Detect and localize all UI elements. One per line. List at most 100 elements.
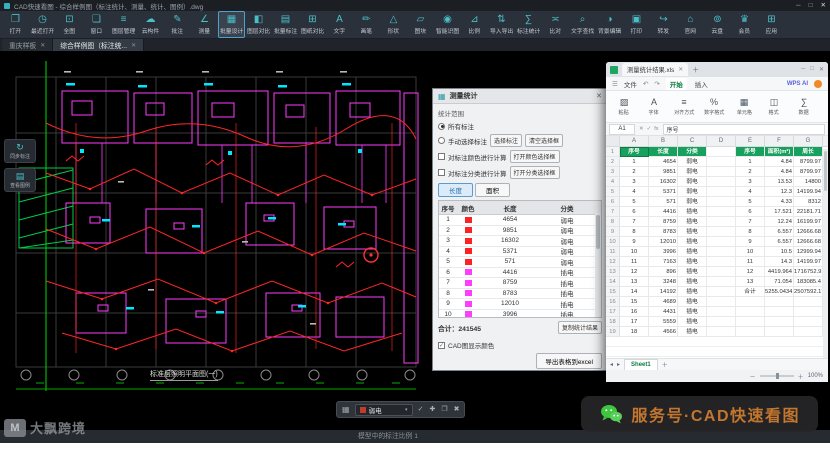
cell[interactable]: 7 — [620, 217, 649, 227]
cell[interactable]: 5 — [620, 197, 649, 207]
spreadsheet-row[interactable]: 6 5 571 弱电 5 4.33 8312 — [606, 197, 828, 207]
cell[interactable]: 6 — [736, 207, 765, 217]
formula-cancel-icon[interactable]: ✕ — [639, 126, 644, 132]
menu-file[interactable]: 文件 — [624, 79, 637, 89]
new-doc-tab-icon[interactable]: ＋ — [692, 65, 699, 75]
cell[interactable] — [736, 317, 765, 327]
cell[interactable]: 插电 — [678, 247, 707, 257]
toolbar-button[interactable]: ▤ 批量标注 — [272, 11, 299, 38]
spreadsheet-row[interactable]: 16 15 4689 插电 — [606, 297, 828, 307]
cell[interactable]: 4 — [736, 187, 765, 197]
cell[interactable]: 16 — [620, 307, 649, 317]
stats-table-row[interactable]: 10 3996 插电 — [439, 310, 601, 317]
cell[interactable]: 17.521 — [765, 207, 794, 217]
sheet-prev-icon[interactable]: ◂ — [610, 361, 613, 368]
cell[interactable]: 8799.97 — [794, 157, 823, 167]
cell[interactable]: 8 — [736, 227, 765, 237]
row-number[interactable]: 10 — [606, 237, 620, 247]
cell[interactable]: 12999.94 — [794, 247, 823, 257]
cell[interactable]: 9 — [620, 237, 649, 247]
spreadsheet-row[interactable]: 13 12 896 插电 12 4419.964 1716752.91 — [606, 267, 828, 277]
cell[interactable] — [707, 317, 736, 327]
column-header[interactable]: A — [620, 136, 649, 146]
cad-color-checkbox[interactable]: ✓ — [438, 341, 445, 349]
cell[interactable]: 周长 — [794, 147, 823, 157]
annotation-class-select[interactable]: 弱电 ▾ — [354, 403, 413, 416]
row-number[interactable]: 1 — [606, 147, 620, 157]
cell[interactable]: 12010 — [649, 237, 678, 247]
hamburger-icon[interactable]: ☰ — [612, 80, 618, 88]
cell[interactable]: 4689 — [649, 297, 678, 307]
cell[interactable] — [707, 227, 736, 237]
quickbar-button-icon[interactable]: ❐ — [441, 402, 447, 417]
toolbar-button[interactable]: ⊚ 云盘 — [704, 11, 731, 38]
toolbar-button[interactable]: ✏ 画笔 — [353, 11, 380, 38]
cell[interactable]: 5 — [736, 197, 765, 207]
cell[interactable] — [707, 177, 736, 187]
toolbar-button[interactable]: ♛ 会员 — [731, 11, 758, 38]
formula-confirm-icon[interactable]: ✓ — [647, 126, 652, 132]
cell[interactable]: 10 — [620, 247, 649, 257]
cell[interactable]: 合计 — [736, 287, 765, 297]
cell[interactable]: 5371 — [649, 187, 678, 197]
cell[interactable]: 插电 — [678, 217, 707, 227]
cell[interactable] — [736, 327, 765, 337]
toolbar-button[interactable]: ▦ 批量设计 — [218, 11, 245, 38]
toolbar-button[interactable]: ◑ 背景编辑 — [596, 11, 623, 38]
toolbar-button[interactable]: ∠ 测量 — [191, 11, 218, 38]
cell[interactable]: 弱电 — [678, 177, 707, 187]
spreadsheet-row[interactable]: 3 2 9851 弱电 2 4.84 8799.97 — [606, 167, 828, 177]
ribbon-button[interactable]: ▨ 粘贴 — [609, 97, 639, 116]
spreadsheet-row[interactable]: 10 9 12010 插电 9 6.557 12666.68 — [606, 237, 828, 247]
cell[interactable]: 4 — [620, 187, 649, 197]
toolbar-button[interactable]: ⊞ 应用 — [758, 11, 785, 38]
cell[interactable] — [765, 307, 794, 317]
radio-manual-select[interactable] — [438, 137, 445, 144]
cell[interactable]: 8799.97 — [794, 167, 823, 177]
row-number[interactable]: 15 — [606, 287, 620, 297]
table-scrollbar[interactable] — [595, 213, 601, 317]
row-number[interactable]: 6 — [606, 197, 620, 207]
formula-input[interactable]: 序号 — [662, 123, 825, 135]
cell[interactable]: 2 — [620, 167, 649, 177]
spreadsheet-row[interactable]: 15 14 14192 插电 合计 5255.0434 2507592.17 — [606, 287, 828, 297]
cell[interactable]: 18 — [620, 327, 649, 337]
cell[interactable] — [794, 307, 823, 317]
cell[interactable]: 弱电 — [678, 197, 707, 207]
radio-icon[interactable] — [438, 122, 445, 130]
cell[interactable]: 6 — [620, 207, 649, 217]
cell[interactable] — [707, 217, 736, 227]
tab-close-icon[interactable]: ✕ — [131, 42, 136, 49]
doc-tab-close-icon[interactable]: ✕ — [678, 66, 683, 73]
cell[interactable]: 插电 — [678, 307, 707, 317]
toolbar-button[interactable]: △ 形状 — [380, 11, 407, 38]
cell[interactable]: 3996 — [649, 247, 678, 257]
cell-name-box[interactable]: A1 — [609, 123, 635, 135]
cell[interactable]: 571 — [649, 197, 678, 207]
cell[interactable] — [765, 297, 794, 307]
cell[interactable]: 11 — [620, 257, 649, 267]
cell[interactable]: 面积(m²) — [765, 147, 794, 157]
ribbon-button[interactable]: ≡ 对齐方式 — [669, 97, 699, 116]
zoom-in-icon[interactable]: ＋ — [798, 372, 804, 381]
row-number[interactable]: 14 — [606, 277, 620, 287]
cell[interactable]: 12.3 — [765, 187, 794, 197]
row-number[interactable]: 18 — [606, 317, 620, 327]
cell[interactable]: 3248 — [649, 277, 678, 287]
cell[interactable]: 2507592.17 — [794, 287, 823, 297]
cell[interactable]: 弱电 — [678, 167, 707, 177]
toolbar-button[interactable]: ⌕ 文字查找 — [569, 11, 596, 38]
row-number[interactable]: 19 — [606, 327, 620, 337]
panel-titlebar[interactable]: ▦ 测量统计 ✕ — [433, 89, 607, 104]
sheet-next-icon[interactable]: ▸ — [617, 361, 620, 368]
cell[interactable]: 13 — [620, 277, 649, 287]
grid-icon[interactable]: ▦ — [342, 405, 350, 414]
toolbar-button[interactable]: ∑ 标注统计 — [515, 11, 542, 38]
toolbar-button[interactable]: ☁ 云构件 — [137, 11, 164, 38]
spreadsheet-row[interactable]: 8 7 8759 插电 7 12.24 16199.97 — [606, 217, 828, 227]
spreadsheet-row[interactable]: 5 4 5371 弱电 4 12.3 14199.94 — [606, 187, 828, 197]
cell[interactable]: 插电 — [678, 277, 707, 287]
zoom-out-icon[interactable]: － — [750, 372, 756, 381]
cell[interactable]: 4.84 — [765, 157, 794, 167]
toolbar-button[interactable]: ≡ 图层管理 — [110, 11, 137, 38]
